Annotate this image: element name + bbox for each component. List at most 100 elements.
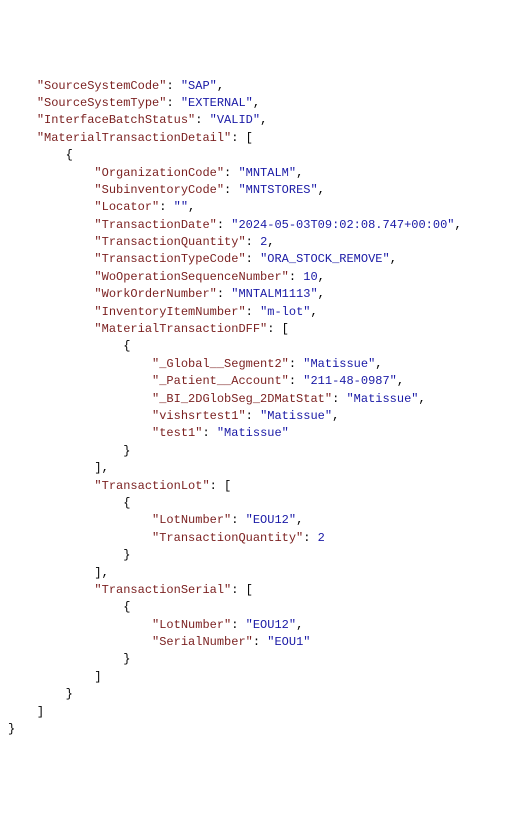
- json-string-value: "211-48-0987": [303, 374, 397, 388]
- json-punct: }: [66, 687, 73, 701]
- code-line: "SourceSystemType": "EXTERNAL",: [8, 95, 515, 112]
- code-line: "SerialNumber": "EOU1": [8, 634, 515, 651]
- json-string-value: "2024-05-03T09:02:08.747+00:00": [231, 218, 454, 232]
- code-line: "InventoryItemNumber": "m-lot",: [8, 304, 515, 321]
- json-key: "TransactionTypeCode": [94, 252, 245, 266]
- code-line: }: [8, 651, 515, 668]
- json-key: "vishsrtest1": [152, 409, 246, 423]
- json-key: "test1": [152, 426, 202, 440]
- code-line: "TransactionQuantity": 2,: [8, 234, 515, 251]
- code-line: "_Global__Segment2": "Matissue",: [8, 356, 515, 373]
- code-line: "OrganizationCode": "MNTALM",: [8, 165, 515, 182]
- code-line: {: [8, 495, 515, 512]
- code-line: ],: [8, 460, 515, 477]
- json-punct: }: [123, 444, 130, 458]
- json-punct: ],: [94, 566, 108, 580]
- json-punct: ]: [94, 670, 101, 684]
- json-string-value: "": [174, 200, 188, 214]
- json-key: "SubinventoryCode": [94, 183, 224, 197]
- code-line: ]: [8, 669, 515, 686]
- json-key: "_Global__Segment2": [152, 357, 289, 371]
- json-string-value: "MNTALM": [238, 166, 296, 180]
- code-line: }: [8, 547, 515, 564]
- code-line: }: [8, 686, 515, 703]
- json-code-block: "SourceSystemCode": "SAP", "SourceSystem…: [8, 78, 515, 739]
- json-punct: [: [282, 322, 289, 336]
- code-line: "SourceSystemCode": "SAP",: [8, 78, 515, 95]
- code-line: "TransactionTypeCode": "ORA_STOCK_REMOVE…: [8, 251, 515, 268]
- json-string-value: "SAP": [181, 79, 217, 93]
- code-line: "TransactionDate": "2024-05-03T09:02:08.…: [8, 217, 515, 234]
- json-punct: [: [246, 583, 253, 597]
- code-line: "LotNumber": "EOU12",: [8, 512, 515, 529]
- json-key: "TransactionLot": [94, 479, 209, 493]
- json-string-value: "MNTALM1113": [231, 287, 317, 301]
- json-punct: {: [123, 600, 130, 614]
- json-key: "Locator": [94, 200, 159, 214]
- json-key: "OrganizationCode": [94, 166, 224, 180]
- code-line: "vishsrtest1": "Matissue",: [8, 408, 515, 425]
- json-key: "TransactionQuantity": [94, 235, 245, 249]
- json-key: "SourceSystemType": [37, 96, 167, 110]
- json-key: "WorkOrderNumber": [94, 287, 216, 301]
- code-line: "WoOperationSequenceNumber": 10,: [8, 269, 515, 286]
- json-key: "SerialNumber": [152, 635, 253, 649]
- code-line: }: [8, 443, 515, 460]
- json-punct: [: [246, 131, 253, 145]
- code-line: {: [8, 147, 515, 164]
- code-line: {: [8, 338, 515, 355]
- code-line: "MaterialTransactionDFF": [: [8, 321, 515, 338]
- code-line: ]: [8, 704, 515, 721]
- code-line: "Locator": "",: [8, 199, 515, 216]
- code-line: {: [8, 599, 515, 616]
- code-line: "SubinventoryCode": "MNTSTORES",: [8, 182, 515, 199]
- json-string-value: "Matissue": [346, 392, 418, 406]
- json-string-value: "EOU12": [246, 618, 296, 632]
- json-punct: ]: [37, 705, 44, 719]
- json-punct: {: [66, 148, 73, 162]
- code-line: ],: [8, 565, 515, 582]
- json-punct: }: [123, 652, 130, 666]
- code-line: "InterfaceBatchStatus": "VALID",: [8, 112, 515, 129]
- json-key: "MaterialTransactionDFF": [94, 322, 267, 336]
- json-key: "TransactionDate": [94, 218, 216, 232]
- json-key: "WoOperationSequenceNumber": [94, 270, 288, 284]
- json-string-value: "MNTSTORES": [238, 183, 317, 197]
- code-line: "_Patient__Account": "211-48-0987",: [8, 373, 515, 390]
- json-string-value: "Matissue": [303, 357, 375, 371]
- code-line: "TransactionLot": [: [8, 478, 515, 495]
- json-punct: }: [123, 548, 130, 562]
- json-punct: ],: [94, 461, 108, 475]
- code-line: "TransactionSerial": [: [8, 582, 515, 599]
- json-key: "_Patient__Account": [152, 374, 289, 388]
- code-line: "test1": "Matissue": [8, 425, 515, 442]
- json-string-value: "EOU1": [267, 635, 310, 649]
- json-string-value: "VALID": [210, 113, 260, 127]
- json-key: "MaterialTransactionDetail": [37, 131, 231, 145]
- json-key: "TransactionSerial": [94, 583, 231, 597]
- json-string-value: "m-lot": [260, 305, 310, 319]
- json-key: "InterfaceBatchStatus": [37, 113, 195, 127]
- json-string-value: "ORA_STOCK_REMOVE": [260, 252, 390, 266]
- json-key: "SourceSystemCode": [37, 79, 167, 93]
- json-punct: {: [123, 496, 130, 510]
- json-number-value: 2: [318, 531, 325, 545]
- json-key: "InventoryItemNumber": [94, 305, 245, 319]
- code-line: "TransactionQuantity": 2: [8, 530, 515, 547]
- json-key: "LotNumber": [152, 513, 231, 527]
- json-punct: }: [8, 722, 15, 736]
- code-line: "_BI_2DGlobSeg_2DMatStat": "Matissue",: [8, 391, 515, 408]
- code-line: "LotNumber": "EOU12",: [8, 617, 515, 634]
- json-key: "TransactionQuantity": [152, 531, 303, 545]
- code-line: }: [8, 721, 515, 738]
- code-line: "MaterialTransactionDetail": [: [8, 130, 515, 147]
- json-punct: {: [123, 339, 130, 353]
- json-key: "LotNumber": [152, 618, 231, 632]
- json-key: "_BI_2DGlobSeg_2DMatStat": [152, 392, 332, 406]
- json-string-value: "EOU12": [246, 513, 296, 527]
- json-punct: [: [224, 479, 231, 493]
- json-number-value: 10: [303, 270, 317, 284]
- json-string-value: "Matissue": [217, 426, 289, 440]
- json-string-value: "Matissue": [260, 409, 332, 423]
- json-string-value: "EXTERNAL": [181, 96, 253, 110]
